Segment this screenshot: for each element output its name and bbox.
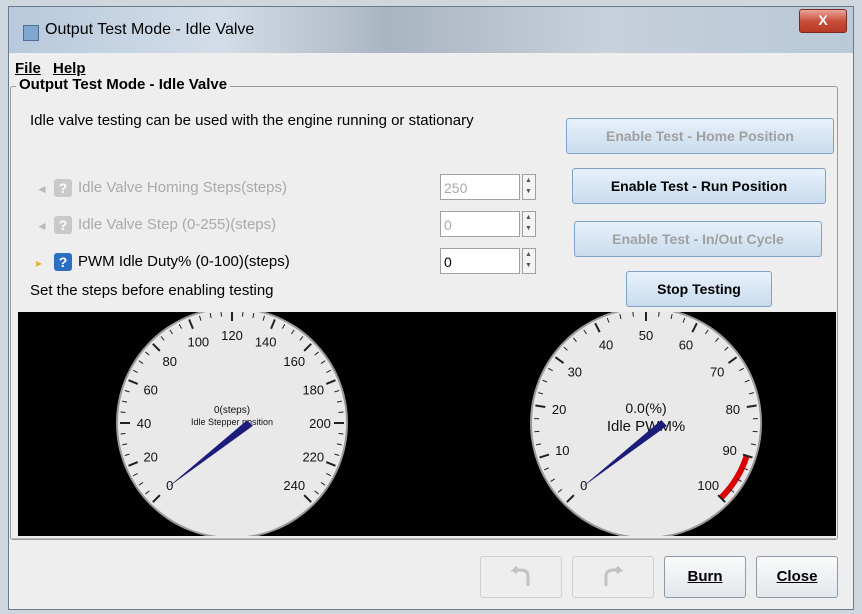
idle-pwm-gauge: 01020304050607080901000.0(%)Idle PWM% bbox=[530, 307, 762, 539]
spinner-buttons[interactable]: ▲ ▼ bbox=[522, 248, 536, 274]
tick-label: 220 bbox=[302, 450, 324, 465]
valve-step-input: 0 bbox=[440, 211, 520, 237]
menu-file[interactable]: File bbox=[15, 60, 41, 77]
minor-tick bbox=[632, 311, 634, 317]
tick-label: 60 bbox=[143, 382, 157, 397]
close-window-button[interactable]: X bbox=[799, 9, 847, 33]
tick-label: 120 bbox=[221, 328, 243, 343]
tick-label: 70 bbox=[710, 364, 724, 379]
enable-test-home-button[interactable]: Enable Test - Home Position bbox=[566, 118, 834, 154]
tick-label: 180 bbox=[302, 382, 324, 397]
gauges-svg: 0204060801001201401601802002202400(steps… bbox=[116, 307, 762, 539]
expand-arrow-icon[interactable]: ▸ bbox=[36, 256, 52, 270]
undo-button[interactable] bbox=[480, 556, 562, 598]
hint-text: Set the steps before enabling testing bbox=[30, 282, 274, 299]
tick-label: 100 bbox=[697, 478, 719, 493]
minor-tick bbox=[658, 311, 660, 317]
homing-steps-input: 250 bbox=[440, 174, 520, 200]
close-label: Close bbox=[776, 568, 818, 585]
homing-steps-spinner: 250 ▲ ▼ bbox=[440, 174, 536, 202]
setting-label: Idle Valve Homing Steps(steps) bbox=[78, 179, 287, 196]
title-bar: Output Test Mode - Idle Valve X bbox=[9, 7, 853, 53]
tick-label: 240 bbox=[283, 478, 305, 493]
gauge-title-text: Idle Stepper position bbox=[191, 417, 273, 427]
gauge-title-text: Idle PWM% bbox=[607, 418, 685, 435]
setting-label: Idle Valve Step (0-255)(steps) bbox=[78, 216, 277, 233]
tick-label: 90 bbox=[722, 443, 736, 458]
tick-label: 20 bbox=[143, 450, 157, 465]
tick-label: 10 bbox=[555, 443, 569, 458]
help-icon: ? bbox=[54, 179, 72, 197]
tick-label: 40 bbox=[599, 338, 613, 353]
expand-arrow-icon: ◄ bbox=[36, 182, 48, 196]
valve-step-spinner: 0 ▲ ▼ bbox=[440, 211, 536, 239]
undo-icon bbox=[510, 565, 530, 586]
enable-test-run-button[interactable]: Enable Test - Run Position bbox=[572, 168, 826, 204]
window-title: Output Test Mode - Idle Valve bbox=[45, 21, 255, 38]
enable-test-inout-button[interactable]: Enable Test - In/Out Cycle bbox=[574, 221, 822, 257]
tick-label: 100 bbox=[187, 335, 209, 350]
tick-label: 200 bbox=[309, 416, 331, 431]
burn-label: Burn bbox=[687, 568, 723, 585]
stop-testing-button[interactable]: Stop Testing bbox=[626, 271, 772, 307]
pwm-duty-spinner[interactable]: 0 ▲ ▼ bbox=[440, 248, 536, 276]
redo-icon bbox=[604, 565, 624, 586]
setting-label: PWM Idle Duty% (0-100)(steps) bbox=[78, 253, 290, 270]
idle-stepper-gauge: 0204060801001201401601802002202400(steps… bbox=[116, 307, 348, 539]
separator bbox=[10, 538, 836, 539]
expand-arrow-icon: ◄ bbox=[36, 219, 48, 233]
spinner-buttons: ▲ ▼ bbox=[522, 174, 536, 200]
tick-label: 60 bbox=[679, 338, 693, 353]
spinner-buttons: ▲ ▼ bbox=[522, 211, 536, 237]
description-text: Idle valve testing can be used with the … bbox=[30, 112, 474, 129]
close-button[interactable]: Close bbox=[756, 556, 838, 598]
group-title: Output Test Mode - Idle Valve bbox=[16, 76, 231, 93]
gauge-value-text: 0.0(%) bbox=[625, 400, 666, 416]
burn-button[interactable]: Burn bbox=[664, 556, 746, 598]
help-icon[interactable]: ? bbox=[54, 253, 72, 271]
help-icon: ? bbox=[54, 216, 72, 234]
tick-label: 30 bbox=[568, 364, 582, 379]
menu-help[interactable]: Help bbox=[53, 60, 86, 77]
tick-label: 40 bbox=[137, 416, 151, 431]
tick-label: 80 bbox=[726, 402, 740, 417]
gauge-panel: 0204060801001201401601802002202400(steps… bbox=[18, 307, 836, 539]
tick-label: 160 bbox=[283, 354, 305, 369]
tick-label: 140 bbox=[255, 335, 277, 350]
gauge-value-text: 0(steps) bbox=[214, 405, 250, 416]
tick-label: 50 bbox=[639, 328, 653, 343]
tick-label: 20 bbox=[552, 402, 566, 417]
tick-label: 80 bbox=[163, 354, 177, 369]
redo-button[interactable] bbox=[572, 556, 654, 598]
app-icon bbox=[23, 25, 39, 41]
pwm-duty-input[interactable]: 0 bbox=[440, 248, 520, 274]
